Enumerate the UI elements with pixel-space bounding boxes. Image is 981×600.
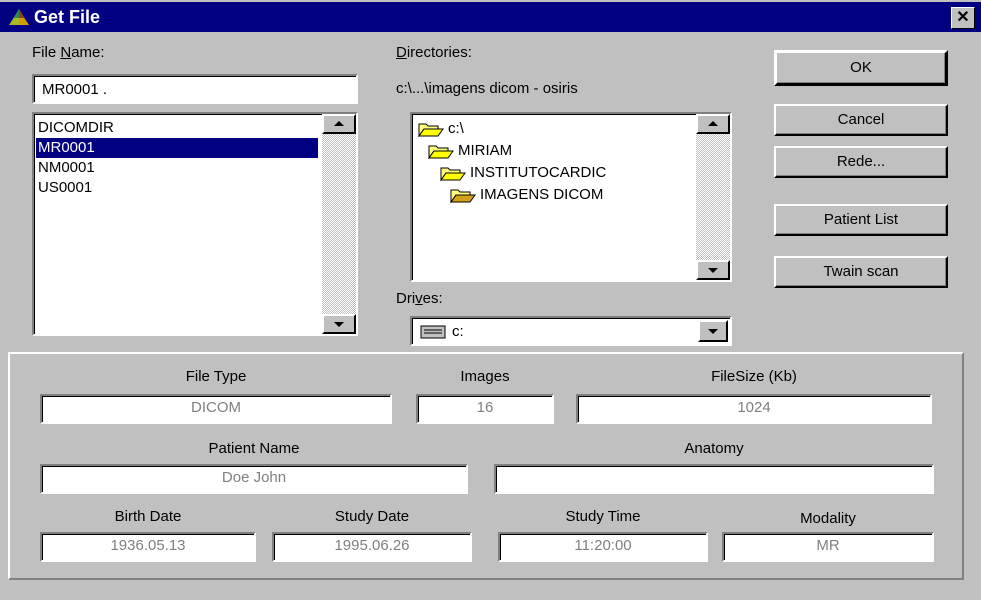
filesize-field: 1024 [576, 394, 932, 424]
folder-open-icon [440, 167, 466, 181]
file-name-label: File Name: [32, 44, 105, 61]
folder-open-icon [418, 123, 444, 137]
study-date-field: 1995.06.26 [272, 532, 472, 562]
folder-open-icon [428, 145, 454, 159]
images-field: 16 [416, 394, 554, 424]
images-label: Images [460, 368, 510, 385]
drive-icon [420, 325, 446, 339]
window-title: Get File [34, 7, 101, 27]
ok-button[interactable]: OK [774, 50, 948, 86]
cancel-button[interactable]: Cancel [774, 104, 948, 136]
patient-name-field: Doe John [40, 464, 468, 494]
twain-scan-button[interactable]: Twain scan [774, 256, 948, 288]
drives-select[interactable]: c: [410, 316, 732, 346]
list-item[interactable]: DICOMDIR [38, 118, 114, 138]
rede-button[interactable]: Rede... [774, 146, 948, 178]
study-time-label: Study Time [565, 508, 641, 525]
close-icon[interactable]: ✕ [951, 7, 975, 29]
modality-label: Modality [800, 510, 856, 527]
list-item[interactable]: US0001 [38, 178, 92, 198]
study-date-label: Study Date [334, 508, 410, 525]
directory-scrollbar[interactable] [696, 114, 730, 280]
scroll-down-icon[interactable] [322, 314, 356, 334]
file-type-field: DICOM [40, 394, 392, 424]
scroll-up-icon[interactable] [696, 114, 730, 134]
anatomy-label: Anatomy [684, 440, 744, 457]
scroll-down-icon[interactable] [696, 260, 730, 280]
list-item[interactable]: NM0001 [38, 158, 95, 178]
patient-name-label: Patient Name [208, 440, 300, 457]
filesize-label: FileSize (Kb) [711, 368, 797, 385]
app-pyramid-icon [9, 9, 29, 25]
tree-item-root[interactable]: c:\ [418, 120, 464, 137]
drives-label: Drives: [396, 290, 443, 307]
dropdown-arrow-icon[interactable] [698, 320, 728, 342]
patient-list-button[interactable]: Patient List [774, 204, 948, 236]
title-bar: Get File ✕ [0, 2, 981, 32]
list-item-selected[interactable]: MR0001 [36, 138, 318, 158]
file-list-scrollbar[interactable] [322, 114, 356, 334]
file-type-label: File Type [185, 368, 247, 385]
directories-label: Directories: [396, 44, 472, 61]
tree-item-imagens-dicom[interactable]: IMAGENS DICOM [450, 186, 603, 203]
anatomy-field [494, 464, 934, 494]
tree-item-institutocardic[interactable]: INSTITUTOCARDIC [440, 164, 606, 181]
current-path: c:\...\imagens dicom - osiris [396, 80, 578, 97]
modality-field: MR [722, 532, 934, 562]
drive-value: c: [452, 323, 464, 340]
tree-item-miriam[interactable]: MIRIAM [428, 142, 512, 159]
birth-date-field: 1936.05.13 [40, 532, 256, 562]
study-time-field: 11:20:00 [498, 532, 708, 562]
directory-tree[interactable]: c:\ MIRIAM INSTITUTOCARDIC IMAGENS DICOM [410, 112, 732, 282]
birth-date-label: Birth Date [114, 508, 182, 525]
folder-open-icon [450, 189, 476, 203]
file-name-input[interactable]: MR0001 . [32, 74, 358, 104]
scroll-up-icon[interactable] [322, 114, 356, 134]
file-list[interactable]: DICOMDIR MR0001 NM0001 US0001 [32, 112, 358, 336]
